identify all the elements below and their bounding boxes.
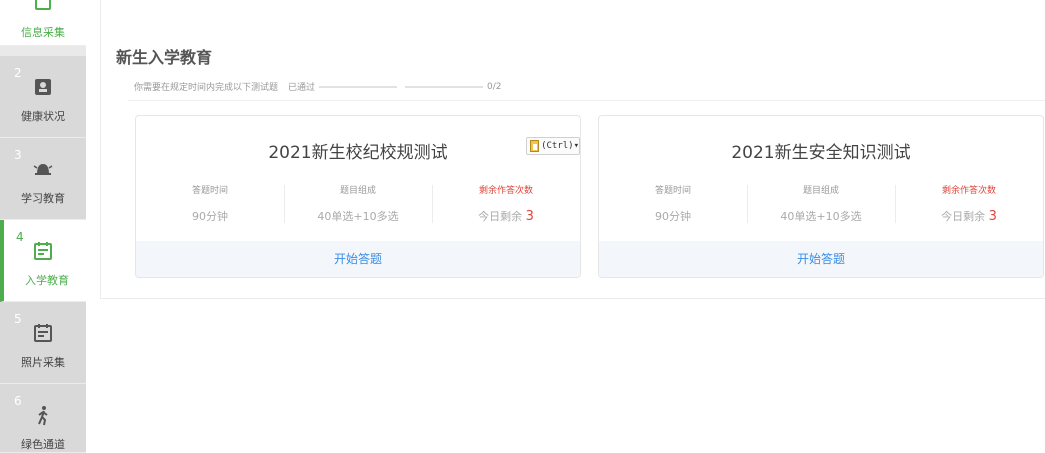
step-number: 2 bbox=[14, 66, 22, 80]
stat-value: 今日剩余 3 bbox=[895, 208, 1043, 224]
stat-key: 答题时间 bbox=[654, 186, 691, 196]
clipboard-icon bbox=[32, 0, 54, 12]
stat-value: 40单选+10多选 bbox=[317, 210, 399, 223]
step-number: 5 bbox=[14, 312, 22, 326]
sidebar-step-info-collection[interactable]: 信息采集 bbox=[0, 0, 86, 46]
test-card: 2021新生安全知识测试 答题时间 90分钟 题目组成 40单选+10多选 剩余… bbox=[598, 115, 1044, 278]
step-number: 3 bbox=[14, 148, 22, 162]
id-card-icon bbox=[32, 76, 54, 98]
stat-remaining-attempts: 剩余作答次数 今日剩余 3 bbox=[895, 183, 1043, 225]
remaining-count: 3 bbox=[525, 209, 534, 224]
clipboard-paste-icon bbox=[530, 140, 540, 152]
card-stats: 答题时间 90分钟 题目组成 40单选+10多选 剩余作答次数 今日剩余 3 bbox=[136, 183, 580, 225]
stat-value: 90分钟 bbox=[192, 210, 228, 223]
bell-icon bbox=[32, 158, 54, 180]
stat-key: 答题时间 bbox=[191, 186, 228, 196]
calendar-icon bbox=[32, 240, 54, 262]
page-title: 新生入学教育 bbox=[116, 48, 213, 67]
sidebar-step-label: 健康状况 bbox=[21, 110, 65, 123]
walking-person-icon bbox=[32, 404, 54, 426]
paste-label: (Ctrl)▾ bbox=[541, 141, 579, 151]
remaining-count: 3 bbox=[988, 209, 997, 224]
stat-key: 题目组成 bbox=[339, 186, 376, 196]
instruction-text: 你需要在规定时间内完成以下测试题 bbox=[134, 83, 279, 93]
progress-count: 0/2 bbox=[487, 81, 502, 92]
sidebar-step-label: 信息采集 bbox=[21, 26, 65, 39]
stat-composition: 题目组成 40单选+10多选 bbox=[747, 183, 895, 225]
progress-bar-segment bbox=[405, 85, 484, 88]
card-stats: 答题时间 90分钟 题目组成 40单选+10多选 剩余作答次数 今日剩余 3 bbox=[599, 183, 1043, 225]
stat-key: 剩余作答次数 bbox=[941, 186, 996, 196]
stat-answer-time: 答题时间 90分钟 bbox=[599, 183, 747, 225]
remaining-prefix: 今日剩余 bbox=[941, 210, 986, 223]
passed-label: 已通过 bbox=[288, 83, 316, 93]
stat-answer-time: 答题时间 90分钟 bbox=[136, 183, 284, 225]
stat-key: 题目组成 bbox=[802, 186, 839, 196]
sidebar-step-photo[interactable]: 5 照片采集 bbox=[0, 302, 86, 384]
stat-value: 90分钟 bbox=[655, 210, 691, 223]
step-number: 6 bbox=[14, 394, 22, 408]
sidebar-step-label: 绿色通道 bbox=[21, 438, 65, 451]
remaining-prefix: 今日剩余 bbox=[478, 210, 523, 223]
divider bbox=[128, 100, 1045, 101]
sidebar-step-study[interactable]: 3 学习教育 bbox=[0, 138, 86, 220]
stat-value: 40单选+10多选 bbox=[780, 210, 862, 223]
sidebar-step-green-channel[interactable]: 6 绿色通道 bbox=[0, 384, 86, 453]
paste-options-button[interactable]: (Ctrl)▾ bbox=[526, 137, 580, 155]
stat-remaining-attempts: 剩余作答次数 今日剩余 3 bbox=[432, 183, 580, 225]
test-card: 2021新生校纪校规测试 答题时间 90分钟 题目组成 40单选+10多选 剩余… bbox=[135, 115, 581, 278]
card-title: 2021新生安全知识测试 bbox=[731, 143, 911, 163]
start-answer-button[interactable]: 开始答题 bbox=[136, 241, 580, 277]
sidebar-step-label: 学习教育 bbox=[21, 192, 65, 205]
step-number: 4 bbox=[16, 230, 24, 244]
start-answer-button[interactable]: 开始答题 bbox=[599, 241, 1043, 277]
sidebar-step-label: 入学教育 bbox=[25, 274, 69, 287]
sidebar: 信息采集 2 健康状况 3 学习教育 4 入学教育 5 照片采集 6 绿色通道 bbox=[0, 0, 86, 453]
progress-row: 你需要在规定时间内完成以下测试题 已通过 0/2 bbox=[134, 80, 502, 94]
card-title: 2021新生校纪校规测试 bbox=[268, 143, 448, 163]
stat-value: 今日剩余 3 bbox=[432, 208, 580, 224]
sidebar-step-label: 照片采集 bbox=[21, 356, 65, 369]
sidebar-step-health[interactable]: 2 健康状况 bbox=[0, 56, 86, 138]
calendar-icon bbox=[32, 322, 54, 344]
stat-composition: 题目组成 40单选+10多选 bbox=[284, 183, 432, 225]
progress-bar-segment bbox=[319, 85, 398, 88]
stat-key: 剩余作答次数 bbox=[478, 186, 533, 196]
sidebar-step-enrollment-education[interactable]: 4 入学教育 bbox=[0, 220, 86, 302]
